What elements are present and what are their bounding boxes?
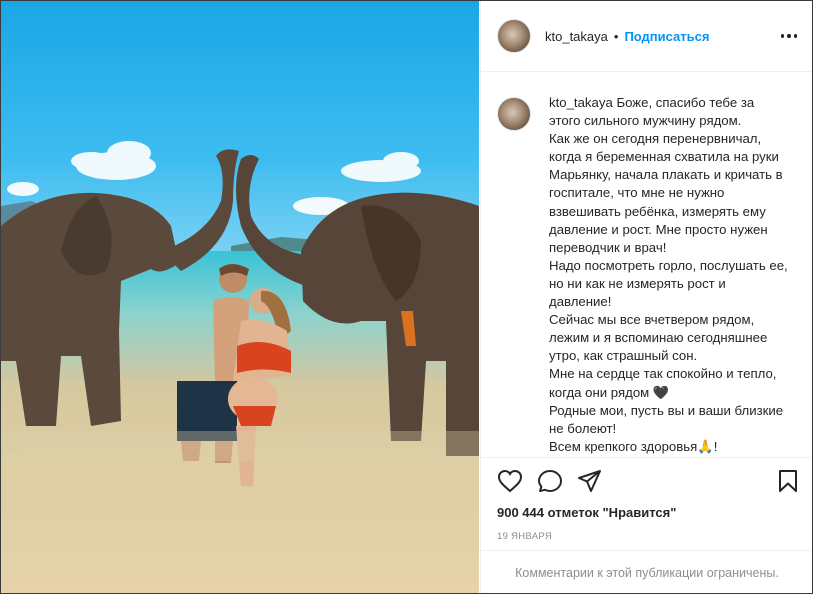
heart-icon[interactable] [497,469,523,493]
caption-comment: kto_takaya Боже, спасибо тебе за этого с… [481,72,812,456]
bookmark-icon[interactable] [777,469,799,493]
post-sidebar: kto_takaya • Подписаться kto_takaya Боже… [480,1,812,593]
caption-line-7: Всем крепкого здоровья🙏! [549,438,718,454]
comment-icon[interactable] [537,469,563,493]
post-header: kto_takaya • Подписаться [481,1,812,72]
post-photo[interactable] [1,1,479,593]
post-actions: 900 444 отметок "Нравится" 19 ЯНВАРЯ Ком… [481,457,812,593]
caption-author-username[interactable]: kto_takaya [549,95,613,110]
follow-button[interactable]: Подписаться [624,29,709,44]
caption-line-6: Родные мои, пусть вы и ваши близкие не б… [549,402,784,436]
caption-line-5: Мне на сердце так спокойно и тепло, когд… [549,366,777,400]
separator-dot: • [613,28,619,44]
instagram-post-window: kto_takaya • Подписаться kto_takaya Боже… [0,0,813,594]
more-dots-icon[interactable] [779,26,799,46]
caption-author-avatar[interactable] [497,97,531,131]
likes-count[interactable]: 900 444 отметок "Нравится" [497,505,676,520]
caption-scroll-area[interactable]: kto_takaya Боже, спасибо тебе за этого с… [481,72,812,457]
caption-line-4: Сейчас мы все вчетвером рядом, лежим и я… [549,312,768,364]
caption-text: kto_takaya Боже, спасибо тебе за этого с… [549,94,789,456]
caption-line-3: Надо посмотреть горло, послушать ее, но … [549,257,788,310]
post-date[interactable]: 19 ЯНВАРЯ [497,531,552,542]
caption-line-2: Как же он сегодня перенервничал, когда я… [549,131,783,255]
comments-disabled-notice: Комментарии к этой публикации ограничены… [481,550,812,593]
share-icon[interactable] [577,469,603,493]
beach-elephants-photo [1,1,479,593]
author-username[interactable]: kto_takaya [545,29,608,44]
author-avatar[interactable] [497,19,531,53]
action-icons-row [481,458,812,498]
